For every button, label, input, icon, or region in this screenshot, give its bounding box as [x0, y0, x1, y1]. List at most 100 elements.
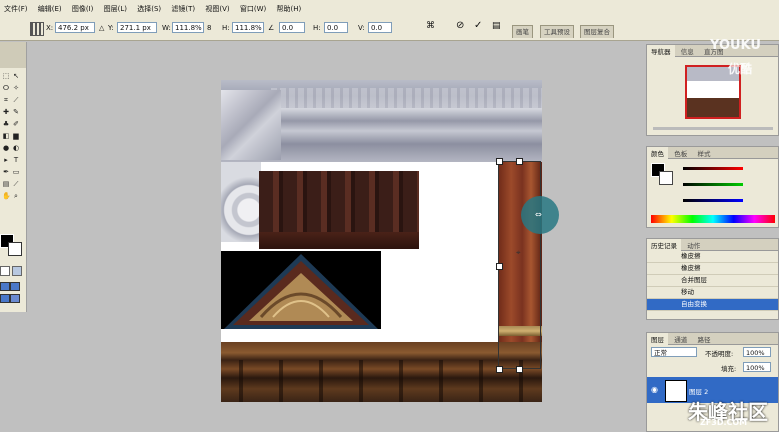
quick-mask-icon[interactable]: [12, 266, 22, 276]
marquee-tool-icon[interactable]: ⬚: [2, 72, 10, 80]
menu-select[interactable]: 选择(S): [133, 0, 165, 14]
tab-color[interactable]: 颜色: [647, 147, 668, 159]
blue-slider[interactable]: [683, 199, 743, 202]
tab-layers[interactable]: 图层: [647, 333, 668, 345]
hand-tool-icon[interactable]: ✋: [2, 192, 11, 200]
background-color-swatch[interactable]: [8, 242, 22, 256]
tab-channels[interactable]: 通道: [670, 333, 691, 345]
vskew-field[interactable]: 0.0: [368, 22, 392, 33]
tab-history[interactable]: 历史记录: [647, 239, 681, 251]
type-tool-icon[interactable]: T: [12, 156, 20, 164]
tab-styles[interactable]: 样式: [693, 147, 714, 159]
healing-tool-icon[interactable]: ✚: [2, 108, 10, 116]
x-label: X:: [46, 24, 54, 32]
screen-mode-standard-icon[interactable]: [0, 282, 10, 291]
magic-wand-tool-icon[interactable]: ✧: [12, 84, 20, 92]
lasso-tool-icon[interactable]: ⵔ: [2, 84, 10, 92]
cursor-icon: ⇔: [535, 210, 542, 219]
blend-mode-select[interactable]: 正常: [651, 347, 697, 357]
file-browser-icon[interactable]: ▤: [492, 21, 501, 31]
crop-tool-icon[interactable]: ⌗: [2, 96, 10, 104]
transform-handle-bottom[interactable]: [516, 366, 523, 373]
color-spectrum-bar[interactable]: [651, 215, 775, 223]
document-canvas[interactable]: ⌖: [221, 80, 542, 402]
h-field[interactable]: 111.8%: [232, 22, 264, 33]
history-item[interactable]: 合并图层: [647, 275, 778, 287]
reference-point-icon[interactable]: [30, 22, 44, 36]
tab-swatches[interactable]: 色板: [670, 147, 691, 159]
history-item[interactable]: 橡皮擦: [647, 263, 778, 275]
menu-filter[interactable]: 滤镜(T): [167, 0, 199, 14]
transform-center-point[interactable]: ⌖: [516, 248, 521, 258]
shape-tool-icon[interactable]: ▭: [12, 168, 20, 176]
options-bar: X: 476.2 px △ Y: 271.1 px W: 111.8% 8 H:…: [0, 16, 779, 41]
zoom-tool-icon[interactable]: ⌕: [12, 192, 20, 200]
menu-view[interactable]: 视图(V): [201, 0, 233, 14]
tab-navigator[interactable]: 导航器: [647, 45, 675, 57]
rotate-field[interactable]: 0.0: [279, 22, 305, 33]
tab-paths[interactable]: 路径: [693, 333, 714, 345]
tab-info[interactable]: 信息: [677, 45, 698, 57]
green-slider[interactable]: [683, 183, 743, 186]
history-item[interactable]: 移动: [647, 287, 778, 299]
gable-ornament: [224, 254, 378, 329]
navigator-zoom-slider[interactable]: [653, 127, 773, 130]
path-select-tool-icon[interactable]: ▸: [2, 156, 10, 164]
screen-mode-full-icon[interactable]: [10, 282, 20, 291]
eyedropper-tool-icon[interactable]: ⟋: [12, 180, 20, 188]
menu-help[interactable]: 帮助(H): [272, 0, 305, 14]
hskew-field[interactable]: 0.0: [324, 22, 348, 33]
history-item[interactable]: 橡皮擦: [647, 251, 778, 263]
menu-layer[interactable]: 图层(L): [100, 0, 131, 14]
slice-tool-icon[interactable]: ⟋: [12, 96, 20, 104]
bracket-pattern: [221, 360, 542, 402]
gradient-tool-icon[interactable]: ▆: [12, 132, 20, 140]
dodge-tool-icon[interactable]: ◐: [12, 144, 20, 152]
cancel-transform-icon[interactable]: ⊘: [456, 20, 464, 31]
eraser-tool-icon[interactable]: ◧: [2, 132, 10, 140]
stamp-tool-icon[interactable]: ♣: [2, 120, 10, 128]
navigator-panel: 导航器 信息 直方图: [646, 44, 779, 136]
roof-eave-highlight: [271, 88, 542, 108]
commit-transform-icon[interactable]: ✓: [474, 20, 482, 31]
jump-to-imageready-icon[interactable]: [10, 294, 20, 303]
notes-tool-icon[interactable]: ▤: [2, 180, 10, 188]
warp-icon[interactable]: ⌘: [426, 21, 435, 31]
transform-bounding-box[interactable]: [498, 161, 541, 369]
link-icon[interactable]: 8: [207, 24, 211, 32]
eye-icon[interactable]: ◉: [651, 385, 658, 394]
layers-tabs: 图层 通道 路径: [647, 333, 778, 345]
menu-file[interactable]: 文件(F): [0, 0, 32, 14]
transform-handle-top[interactable]: [516, 158, 523, 165]
opacity-field[interactable]: 100%: [743, 347, 771, 357]
tab-layer-comps[interactable]: 图层复合: [580, 25, 614, 38]
tab-brushes[interactable]: 画笔: [512, 25, 533, 38]
tab-tool-presets[interactable]: 工具预设: [540, 25, 574, 38]
toolbox: ⬚ ↖ ⵔ ✧ ⌗ ⟋ ✚ ✎ ♣ ✐ ◧ ▆ ● ◐ ▸ T ✒ ▭ ▤ ⟋ …: [0, 42, 27, 312]
y-field[interactable]: 271.1 px: [117, 22, 157, 33]
menu-edit[interactable]: 编辑(E): [34, 0, 66, 14]
w-field[interactable]: 111.8%: [172, 22, 204, 33]
x-field[interactable]: 476.2 px: [55, 22, 95, 33]
rotate-icon: ∠: [268, 24, 275, 32]
w-label: W:: [162, 24, 171, 32]
screen-mode-full-menu-icon[interactable]: [0, 294, 10, 303]
transform-handle-bottom-left[interactable]: [496, 366, 503, 373]
brush-tool-icon[interactable]: ✎: [12, 108, 20, 116]
blur-tool-icon[interactable]: ●: [2, 144, 10, 152]
red-slider[interactable]: [683, 167, 743, 170]
pen-tool-icon[interactable]: ✒: [2, 168, 10, 176]
fill-field[interactable]: 100%: [743, 362, 771, 372]
history-item-selected[interactable]: 自由变换: [647, 299, 778, 311]
layer-name: 图层 2: [689, 388, 709, 396]
fill-label: 填充:: [721, 365, 737, 373]
color-background-swatch[interactable]: [659, 171, 673, 185]
transform-handle-left[interactable]: [496, 263, 503, 270]
tab-actions[interactable]: 动作: [683, 239, 704, 251]
history-brush-tool-icon[interactable]: ✐: [12, 120, 20, 128]
menu-window[interactable]: 窗口(W): [236, 0, 270, 14]
menu-image[interactable]: 图像(I): [68, 0, 98, 14]
transform-handle-top-left[interactable]: [496, 158, 503, 165]
move-tool-icon[interactable]: ↖: [12, 72, 20, 80]
standard-mode-icon[interactable]: [0, 266, 10, 276]
